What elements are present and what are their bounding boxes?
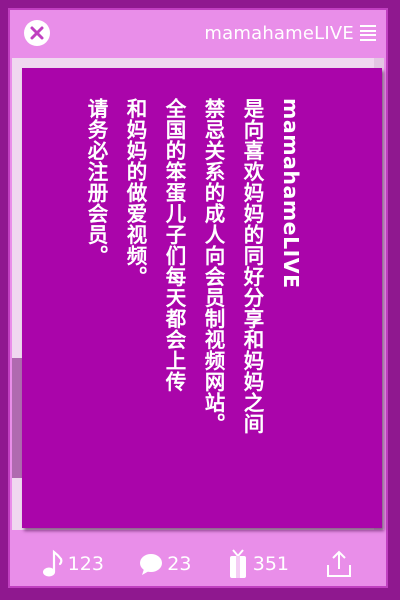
music-count: 123 bbox=[67, 553, 104, 575]
gift-bag-icon bbox=[229, 549, 246, 578]
app-title: mamahameLIVE bbox=[204, 22, 354, 44]
modal-line: 禁忌关系的成人向会员制视频网站。 bbox=[201, 98, 225, 434]
modal-line: 是向喜欢妈妈的同好分享和妈妈之间 bbox=[240, 98, 264, 434]
share-button[interactable] bbox=[324, 549, 354, 579]
music-note-icon bbox=[42, 549, 63, 577]
modal-line: 全国的笨蛋儿子们每天都会上传 bbox=[162, 98, 186, 392]
gift-stat[interactable]: 351 bbox=[227, 548, 289, 580]
brand: mamahameLIVE bbox=[204, 23, 376, 44]
modal-line: 和妈妈的做爱视频。 bbox=[123, 98, 147, 287]
gift-count: 351 bbox=[252, 553, 289, 575]
close-button[interactable] bbox=[24, 20, 50, 46]
comment-stat[interactable]: 23 bbox=[139, 552, 191, 576]
music-stat[interactable]: 123 bbox=[42, 549, 104, 579]
modal-line: 请务必注册会员。 bbox=[84, 98, 108, 266]
footer-bar: 123 23 351 bbox=[8, 538, 388, 590]
modal-message: mamahameLIVE 是向喜欢妈妈的同好分享和妈妈之间 禁忌关系的成人向会员… bbox=[76, 98, 310, 518]
info-modal: mamahameLIVE 是向喜欢妈妈的同好分享和妈妈之间 禁忌关系的成人向会员… bbox=[22, 68, 382, 528]
modal-line: mamahameLIVE bbox=[279, 98, 303, 289]
background-image-fragment bbox=[12, 358, 22, 478]
hamburger-menu-icon[interactable] bbox=[360, 25, 376, 41]
header-bar: mamahameLIVE bbox=[8, 8, 388, 58]
close-x-icon bbox=[30, 26, 44, 40]
share-icon bbox=[327, 550, 352, 577]
comment-count: 23 bbox=[167, 553, 192, 575]
comment-bubble-icon bbox=[140, 554, 163, 575]
